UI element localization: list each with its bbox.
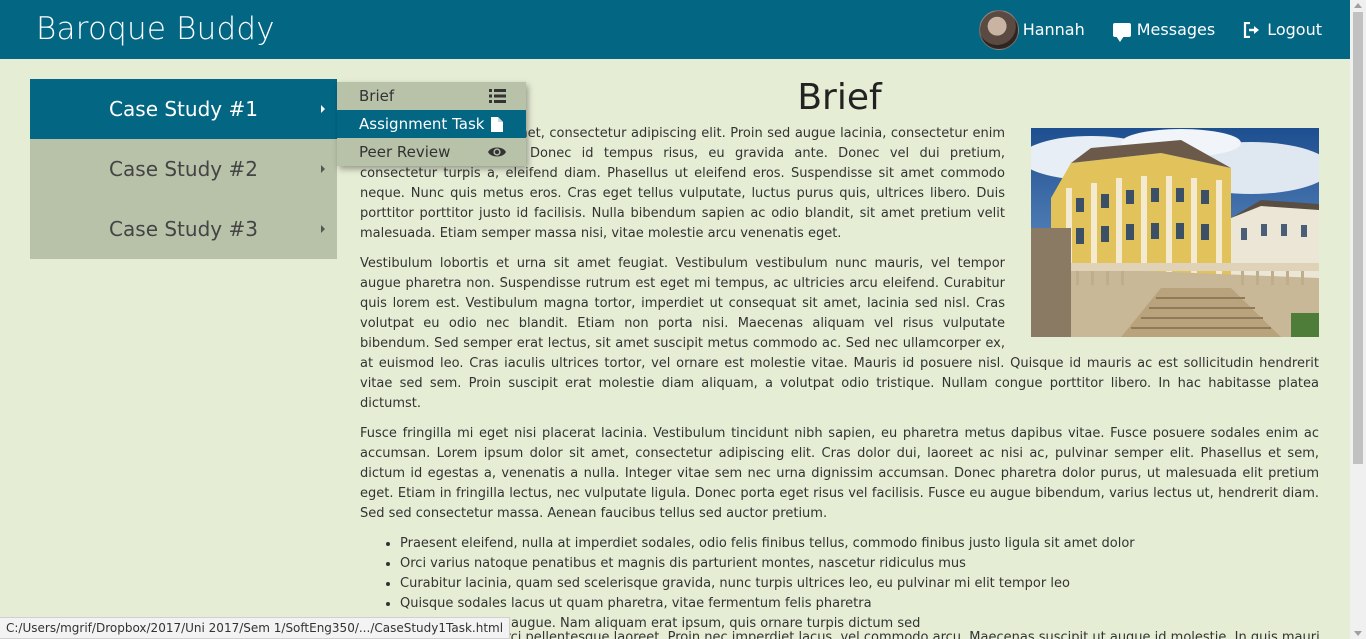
- case-study-submenu: Brief Assignment Task Peer Review: [337, 82, 526, 166]
- caret-right-icon: [321, 105, 325, 113]
- submenu-item-label: Assignment Task: [359, 115, 485, 133]
- list-item: Quisque sodales lacus ut quam pharetra, …: [400, 594, 1319, 614]
- top-navbar: Baroque Buddy Hannah Messages Logout: [0, 0, 1350, 59]
- list-item: Praesent eleifend, nulla at imperdiet so…: [400, 534, 1319, 554]
- list-item: Orci varius natoque penatibus et magnis …: [400, 554, 1319, 574]
- brand-title[interactable]: Baroque Buddy: [36, 11, 275, 47]
- file-icon: [488, 116, 506, 132]
- caret-right-icon: [321, 165, 325, 173]
- comment-icon: [1112, 22, 1131, 42]
- user-name: Hannah: [1022, 20, 1085, 39]
- sidebar-item-case-study-2[interactable]: Case Study #2: [30, 139, 337, 199]
- logout-link[interactable]: Logout: [1243, 20, 1322, 39]
- page-scrollbar[interactable]: [1350, 0, 1366, 639]
- browser-status-url: C:/Users/mgrif/Dropbox/2017/Uni 2017/Sem…: [0, 617, 511, 639]
- brief-bullet-list: Praesent eleifend, nulla at imperdiet so…: [400, 534, 1319, 634]
- caret-right-icon: [321, 225, 325, 233]
- sidebar: Case Study #1 Case Study #2 Case Study #…: [30, 79, 337, 259]
- sidebar-item-case-study-3[interactable]: Case Study #3: [30, 199, 337, 259]
- submenu-item-label: Brief: [359, 87, 395, 105]
- list-icon: [488, 88, 506, 104]
- logout-label: Logout: [1267, 20, 1322, 39]
- submenu-item-label: Peer Review: [359, 143, 451, 161]
- submenu-item-brief[interactable]: Brief: [337, 82, 526, 110]
- list-item: Curabitur lacinia, quam sed scelerisque …: [400, 574, 1319, 594]
- scroll-down-icon[interactable]: [1354, 631, 1362, 636]
- messages-label: Messages: [1136, 20, 1216, 39]
- logout-icon: [1243, 21, 1261, 38]
- sidebar-item-label: Case Study #2: [109, 157, 258, 181]
- avatar: [978, 9, 1019, 50]
- brief-paragraph: Fusce fringilla mi eget nisi placerat la…: [360, 426, 1319, 521]
- navbar-right: Hannah Messages Logout: [978, 0, 1350, 59]
- submenu-item-assignment-task[interactable]: Assignment Task: [337, 110, 526, 138]
- eye-icon: [488, 144, 506, 160]
- sidebar-item-label: Case Study #1: [109, 97, 258, 121]
- sidebar-item-label: Case Study #3: [109, 217, 258, 241]
- scrollbar-thumb[interactable]: [1353, 12, 1363, 464]
- submenu-item-peer-review[interactable]: Peer Review: [337, 138, 526, 166]
- sidebar-item-case-study-1[interactable]: Case Study #1: [30, 79, 337, 139]
- scroll-up-icon[interactable]: [1354, 3, 1362, 8]
- baroque-palace-image: [1031, 128, 1319, 337]
- messages-link[interactable]: Messages: [1112, 20, 1216, 42]
- user-profile-link[interactable]: Hannah: [978, 9, 1085, 50]
